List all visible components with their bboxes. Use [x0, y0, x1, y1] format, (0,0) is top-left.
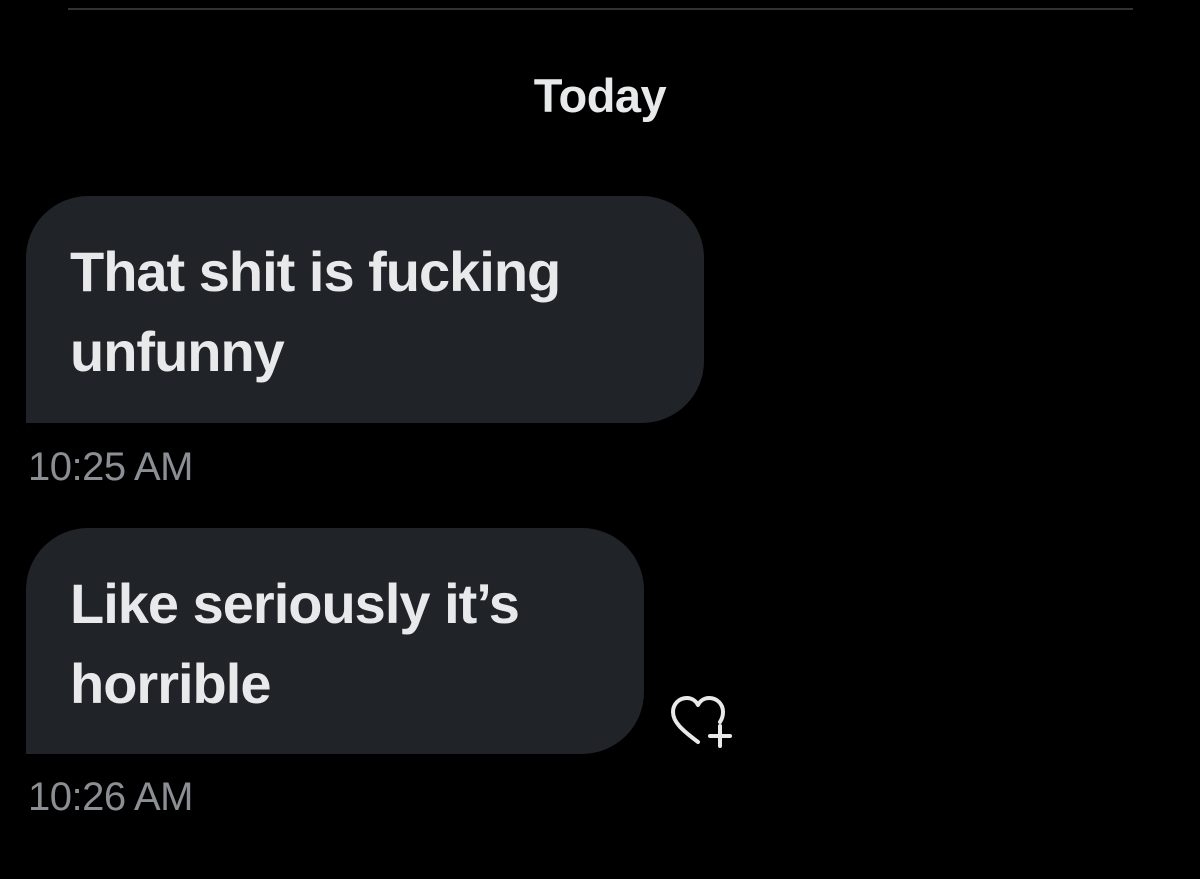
message-bubble[interactable]: That shit is fucking unfunny [26, 196, 704, 423]
message-timestamp: 10:25 AM [28, 445, 194, 489]
top-divider [68, 8, 1133, 10]
message-timestamp: 10:26 AM [28, 775, 194, 819]
message-text-line: That shit is fucking [70, 240, 561, 303]
add-reaction-button[interactable] [668, 692, 738, 752]
message-bubble[interactable]: Like seriously it’s horrible [26, 528, 644, 754]
day-separator: Today [533, 69, 667, 122]
message-text-line: Like seriously it’s [70, 572, 520, 635]
message-text-line: unfunny [70, 320, 285, 383]
message-text-line: horrible [70, 652, 271, 715]
heart-plus-icon [671, 696, 732, 748]
